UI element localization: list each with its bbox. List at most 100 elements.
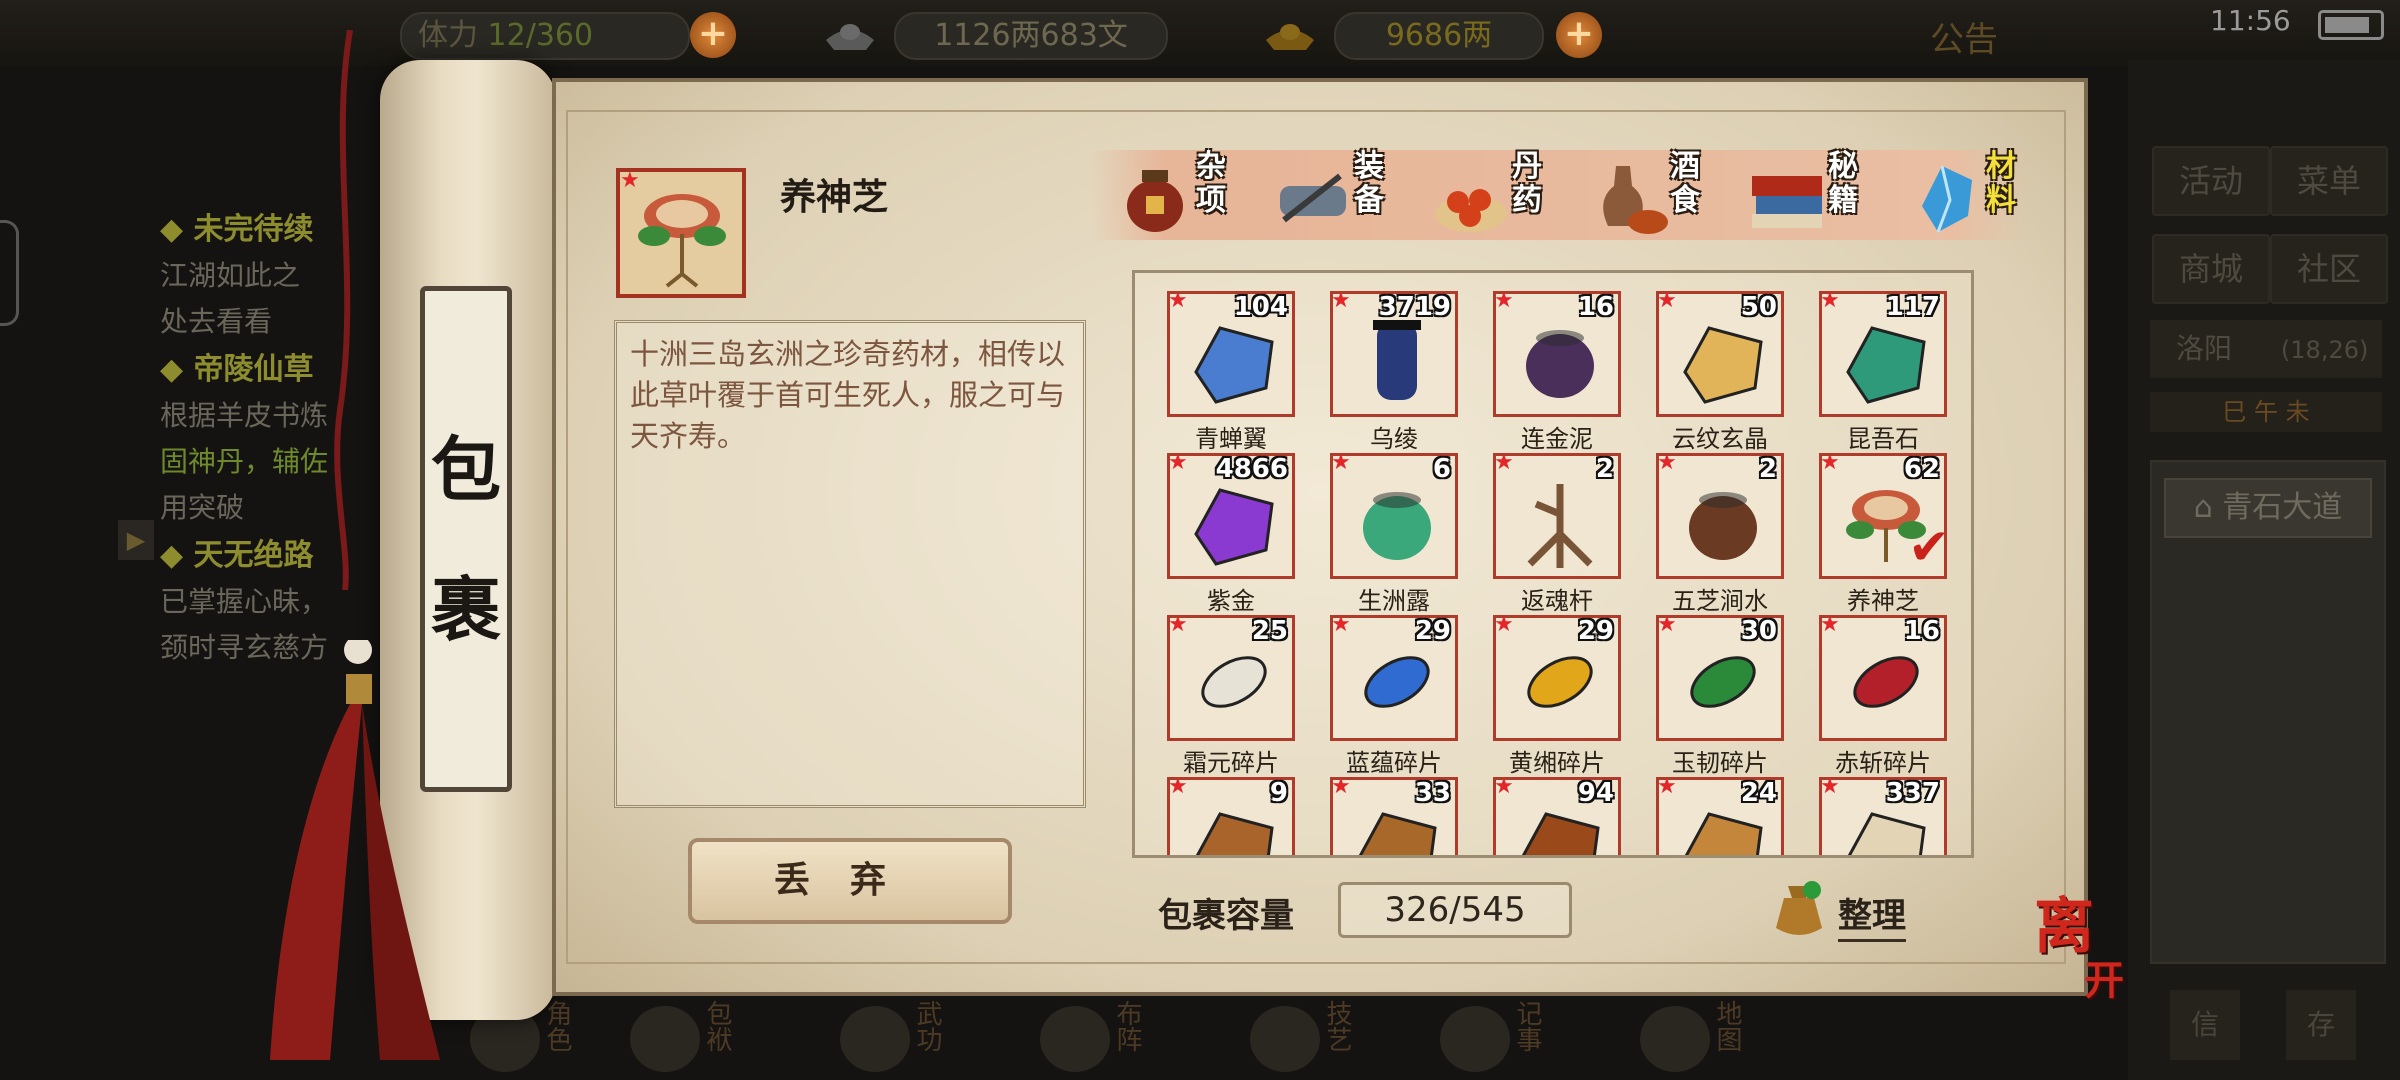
tab-label: 杂项: [1196, 149, 1226, 218]
inventory-slot[interactable]: ★ 104: [1167, 290, 1295, 417]
inventory-slot[interactable]: ★ 4866: [1167, 452, 1295, 579]
selected-item-frame: ★: [616, 168, 746, 298]
item-count: 9: [1269, 778, 1288, 808]
item-name: 云纹玄晶: [1672, 425, 1768, 453]
quest-title[interactable]: ◆ 未完待续: [160, 204, 400, 248]
inventory-slot[interactable]: ★ 94: [1493, 774, 1621, 855]
announcement-button[interactable]: 公告: [1930, 12, 1998, 61]
rarity-star-icon: ★: [1331, 288, 1351, 313]
rarity-star-icon: ★: [1657, 288, 1677, 313]
money-bag-icon[interactable]: [1764, 876, 1834, 946]
save-button[interactable]: 存: [2286, 990, 2356, 1060]
nav-bag[interactable]: 包袱: [630, 1000, 750, 1080]
rarity-star-icon: ★: [1820, 450, 1840, 475]
inventory-slot[interactable]: ★ 3719: [1330, 288, 1458, 417]
item-name: 黄缃碎片: [1509, 749, 1605, 777]
nav-martial-arts[interactable]: 武功: [840, 1000, 960, 1080]
location-display: 洛阳 (18,26): [2150, 320, 2382, 378]
jar-icon: [1127, 170, 1183, 232]
inventory-slot[interactable]: ★ 117: [1819, 290, 1947, 417]
quest-tracker: ◆ 未完待续 江湖如此之 处去看看 ◆ 帝陵仙草 根据羊皮书炼 固神丹，辅佐 用…: [160, 200, 400, 664]
tab-wine-food[interactable]: 酒食: [1586, 150, 1736, 244]
activity-button[interactable]: 活动: [2152, 146, 2270, 216]
blue-shard-icon: [1364, 656, 1430, 708]
yellow-shard-icon: [1527, 656, 1593, 708]
inventory-slot[interactable]: ★ 2: [1656, 452, 1784, 579]
skills-icon: [1250, 1006, 1320, 1072]
inventory-slot[interactable]: ★ 29: [1330, 612, 1458, 741]
inventory-slot[interactable]: ★ 30: [1656, 614, 1784, 741]
inventory-slot[interactable]: ★ 24: [1656, 774, 1784, 855]
item-count: 117: [1885, 292, 1940, 322]
item-name: 赤斩碎片: [1835, 749, 1931, 777]
inventory-grid[interactable]: ★ 104 青蝉翼 ★ 3719 乌绫 ★ 16 连金泥 ★ 50 云纹玄晶 ★ 117 昆吾石 ★ 4866 紫…: [1132, 270, 1974, 858]
inventory-slot[interactable]: ★ 6: [1330, 452, 1458, 579]
journal-icon: [1440, 1006, 1510, 1072]
tab-equipment[interactable]: 装备: [1270, 150, 1420, 244]
community-button[interactable]: 社区: [2270, 234, 2388, 304]
crystal-icon: [1922, 165, 1972, 233]
tab-pills[interactable]: 丹药: [1428, 150, 1578, 244]
tab-crystal[interactable]: 材料: [1902, 150, 2052, 244]
nav-formation[interactable]: 布阵: [1040, 1000, 1160, 1080]
location-road-button[interactable]: ⌂ 青石大道: [2164, 478, 2372, 538]
quest-line: 根据羊皮书炼: [160, 399, 329, 432]
root-icon: [1527, 484, 1593, 568]
shop-button[interactable]: 商城: [2152, 234, 2270, 304]
item-name: 玉韧碎片: [1672, 749, 1768, 777]
side-drawer-handle[interactable]: [0, 220, 19, 326]
rarity-star-icon: ★: [1494, 774, 1514, 799]
tassel-cord-icon: [334, 30, 353, 590]
green-vase-icon: [1363, 492, 1431, 560]
silk-spool-icon: [1373, 320, 1421, 400]
add-gold-button[interactable]: +: [1556, 12, 1602, 58]
sort-button[interactable]: 整理: [1838, 888, 1906, 942]
inventory-slot[interactable]: ★ 9: [1167, 776, 1295, 855]
menu-button[interactable]: 菜单: [2270, 146, 2388, 216]
inventory-slot[interactable]: ★ 337: [1819, 776, 1947, 855]
inventory-slot[interactable]: ★ 16: [1819, 612, 1947, 741]
gold-pill: 9686两: [1334, 12, 1544, 60]
nav-skills[interactable]: 技艺: [1250, 1000, 1370, 1080]
leave-button[interactable]: 离开: [2034, 897, 2144, 1010]
rarity-star-icon: ★: [1494, 450, 1514, 475]
nav-label: 角色: [542, 1000, 572, 1052]
item-name: 昆吾石: [1847, 425, 1919, 453]
selected-item-name: 养神芝: [780, 177, 889, 218]
item-count: 16: [1903, 616, 1940, 646]
quest-title[interactable]: ◆ 天无绝路: [160, 530, 400, 574]
inventory-slot[interactable]: ★ 16: [1493, 290, 1621, 417]
capacity-value: 326/545: [1338, 882, 1572, 938]
inventory-slot[interactable]: ★ 62 ✔: [1819, 450, 1950, 579]
capacity-label: 包裹容量: [1158, 896, 1294, 936]
purple-ore-icon: [1194, 488, 1274, 566]
quest-title[interactable]: ◆ 帝陵仙草: [160, 344, 400, 388]
add-stamina-button[interactable]: +: [690, 12, 736, 58]
item-count: 62: [1903, 454, 1940, 484]
rarity-star-icon: ★: [1657, 774, 1677, 799]
inventory-slot[interactable]: ★ 2: [1493, 450, 1621, 579]
quest-line: 江湖如此之: [160, 259, 301, 292]
tab-jar[interactable]: 杂项: [1112, 150, 1262, 244]
expand-arrow-icon[interactable]: ▶: [118, 520, 154, 560]
inventory-slot[interactable]: ★ 33: [1330, 776, 1458, 855]
water-pot-icon: [1689, 492, 1757, 560]
nav-journal[interactable]: 记事: [1440, 1000, 1560, 1080]
inventory-slot[interactable]: ★ 25: [1167, 614, 1295, 741]
letter-button[interactable]: 信: [2170, 990, 2240, 1060]
rarity-star-icon: ★: [1331, 612, 1351, 637]
rarity-star-icon: ★: [1820, 612, 1840, 637]
lingzhi-icon: [638, 194, 726, 288]
nav-map[interactable]: 地图: [1640, 1000, 1760, 1080]
inventory-slot[interactable]: ★ 29: [1493, 614, 1621, 741]
discard-button[interactable]: 丢弃: [688, 838, 1012, 924]
quest-line: 处去看看: [160, 305, 273, 338]
gold-value: 9686两: [1385, 18, 1493, 53]
pills-icon: [1435, 189, 1507, 232]
inventory-slot[interactable]: ★ 50: [1656, 288, 1784, 417]
tab-book[interactable]: 秘籍: [1744, 150, 1894, 244]
map-icon: [1640, 1006, 1710, 1072]
tab-label: 秘籍: [1828, 149, 1858, 218]
item-name: 青蝉翼: [1195, 425, 1267, 453]
item-count: 24: [1740, 778, 1777, 808]
